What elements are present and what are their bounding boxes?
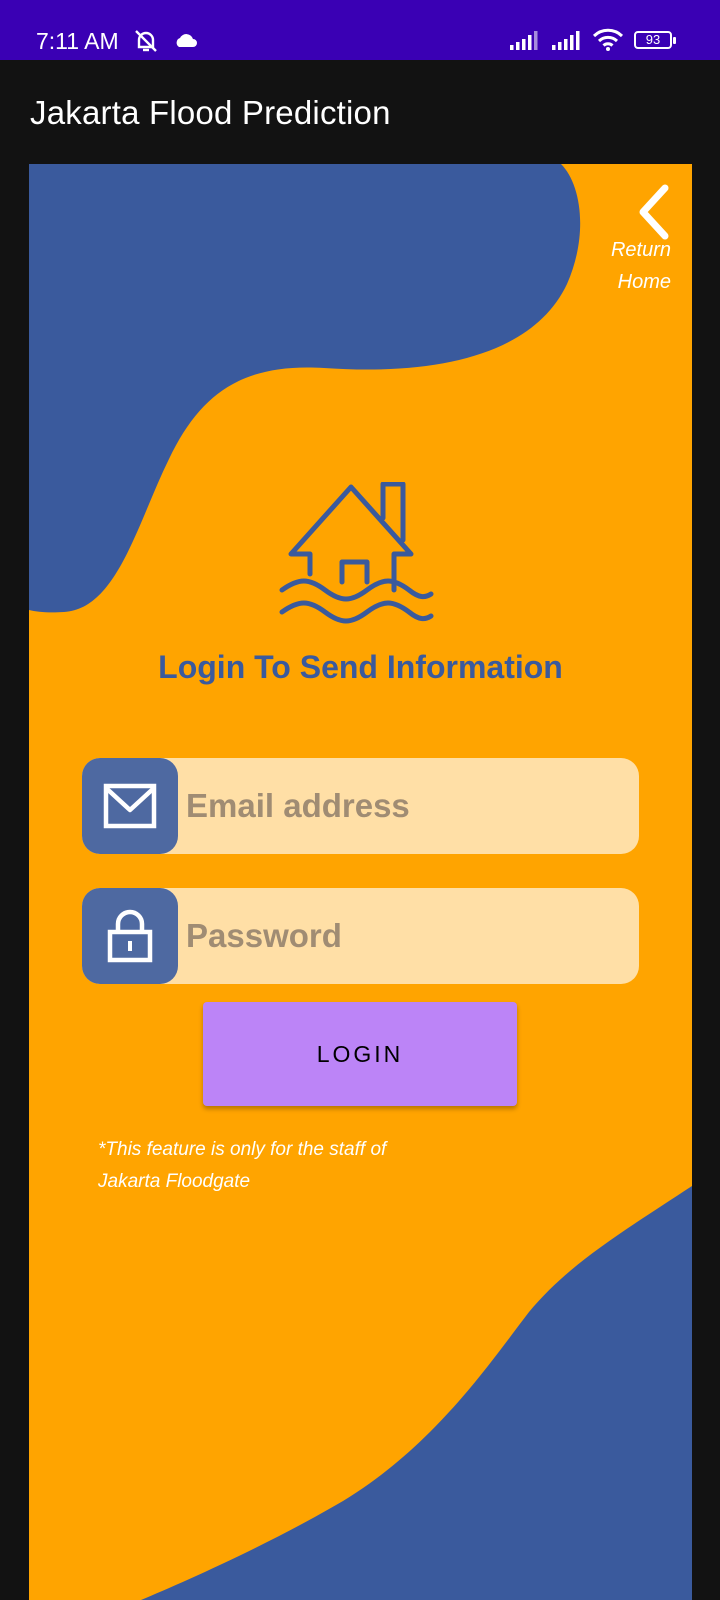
chevron-left-icon (639, 184, 669, 240)
wave-background (29, 164, 692, 1600)
lock-icon (107, 909, 153, 963)
login-button[interactable]: LOGIN (203, 1002, 517, 1106)
password-icon-box (82, 888, 178, 984)
battery-indicator: 93 (634, 31, 676, 49)
status-bar: 7:11 AM 93 (0, 0, 720, 60)
return-home-button[interactable]: Return Home (589, 184, 689, 298)
password-input[interactable] (182, 888, 626, 984)
login-heading: Login To Send Information (158, 649, 563, 685)
app-title: Jakarta Flood Prediction (30, 94, 391, 131)
silent-bell-icon (135, 30, 157, 52)
mail-icon (103, 783, 157, 829)
email-icon-box (82, 758, 178, 854)
wifi-icon (592, 28, 624, 51)
signal-icon (552, 31, 580, 50)
login-card: Return Home Login To Send Information Em… (29, 164, 692, 1600)
app-bar: Jakarta Flood Prediction (0, 60, 720, 164)
bottom-wave (141, 1186, 692, 1600)
status-time: 7:11 AM (36, 28, 119, 54)
return-home-label: Return Home (610, 239, 671, 293)
flood-house-icon (279, 482, 434, 624)
email-input[interactable] (182, 758, 626, 854)
password-field (82, 888, 639, 984)
staff-only-note: *This feature is only for the staff of J… (98, 1139, 387, 1192)
email-field (82, 758, 639, 854)
signal-icon (510, 31, 538, 50)
cloud-icon (176, 34, 197, 47)
